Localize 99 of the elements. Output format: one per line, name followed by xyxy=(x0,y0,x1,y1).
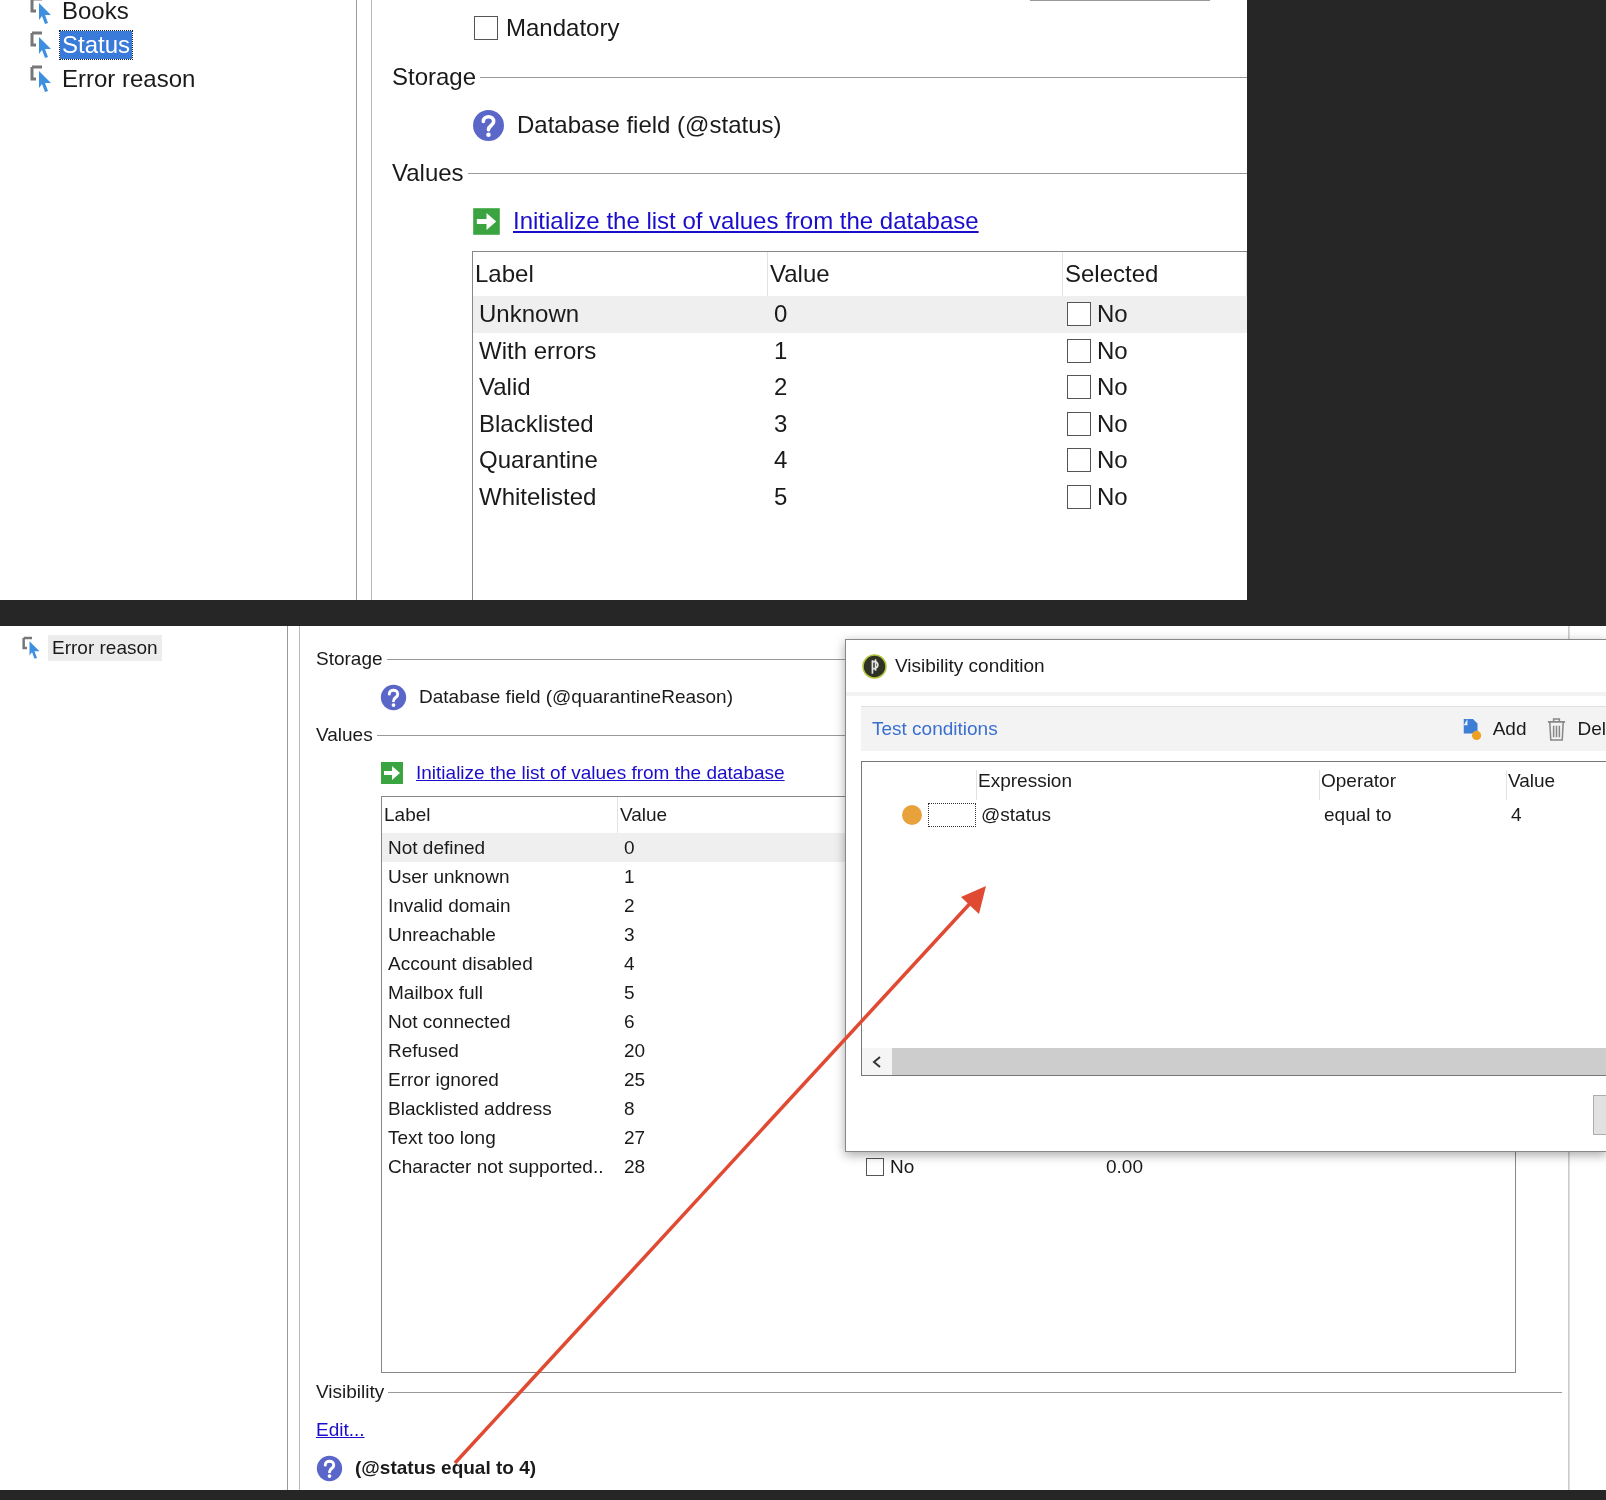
table-cell-text: 3 xyxy=(623,923,636,946)
checkbox[interactable] xyxy=(1067,302,1091,327)
table-cell-text: 3 xyxy=(773,409,789,438)
table-cell-text: Whitelisted xyxy=(478,482,598,511)
table-row[interactable]: Whitelisted 5 No xyxy=(473,478,1247,515)
checkbox-label: No xyxy=(1097,300,1128,329)
section-heading: Values xyxy=(392,159,464,187)
checkbox[interactable] xyxy=(1067,484,1091,509)
table-cell-text: Character not supported.. xyxy=(387,1155,605,1178)
section-heading: Storage xyxy=(392,63,477,91)
tree-item[interactable]: Error reason xyxy=(60,65,198,93)
section-heading: Storage xyxy=(316,648,383,670)
table-cell-text: 1 xyxy=(773,336,789,365)
table-cell-text: 2 xyxy=(623,894,636,917)
table-cell-text: Not defined xyxy=(387,836,487,859)
checkbox-label: Mandatory xyxy=(506,14,620,42)
table-row[interactable]: Blacklisted 3 No xyxy=(473,405,1247,442)
column-header[interactable]: Value xyxy=(1506,770,1606,800)
tree-item[interactable]: Status xyxy=(60,31,133,59)
storage-text: Database field (@status) xyxy=(517,111,782,139)
initialize-link[interactable]: Initialize the list of values from the database xyxy=(416,762,785,784)
help-icon xyxy=(472,108,505,142)
checkbox-label: No xyxy=(1097,336,1128,365)
table-cell-text: 27 xyxy=(623,1126,647,1149)
checkbox-label: No xyxy=(890,1155,915,1178)
checkbox-label: No xyxy=(1097,409,1128,438)
table-cell-text: 28 xyxy=(623,1155,647,1178)
table-cell-text: Text too long xyxy=(387,1126,497,1149)
arrow-right-icon xyxy=(472,206,501,236)
delete-button[interactable]: Del xyxy=(1546,716,1606,742)
checkbox[interactable] xyxy=(474,16,498,40)
column-header[interactable]: Expression xyxy=(976,770,1319,800)
table-cell-text: 4 xyxy=(623,952,636,975)
table-cell-text: 5 xyxy=(623,981,636,1004)
table-cell-text: 8 xyxy=(623,1097,636,1120)
table-cell-text: User unknown xyxy=(387,865,511,888)
section-heading: Values xyxy=(316,724,373,746)
table-cell-text: Not connected xyxy=(387,1010,512,1033)
table-cell-text: 4 xyxy=(773,446,789,475)
checkbox[interactable] xyxy=(1067,375,1091,400)
trash-icon xyxy=(1546,716,1568,742)
checkbox-label: No xyxy=(1097,446,1128,475)
tree-node-icon xyxy=(22,636,42,660)
dialog-title: Visibility condition xyxy=(895,655,1045,677)
table-cell-text: @status xyxy=(980,804,1052,826)
table-cell-text: 1 xyxy=(623,865,636,888)
add-button[interactable]: Add xyxy=(1460,717,1527,741)
tree-node-icon xyxy=(30,31,54,59)
table-cell-text: 25 xyxy=(623,1068,647,1091)
checkbox[interactable] xyxy=(1067,338,1091,363)
help-icon xyxy=(316,1454,343,1482)
row-selector[interactable] xyxy=(928,803,976,827)
table-cell-text: Mailbox full xyxy=(387,981,485,1004)
table-cell-text: Valid xyxy=(478,373,532,402)
checkbox-label: No xyxy=(1097,482,1128,511)
table-cell-text: Quarantine xyxy=(478,446,599,475)
app-icon xyxy=(862,653,887,679)
table-cell-text: Blacklisted xyxy=(478,409,595,438)
storage-text: Database field (@quarantineReason) xyxy=(419,686,733,708)
tree-item[interactable]: Error reason xyxy=(48,635,162,661)
section-heading: Visibility xyxy=(316,1381,385,1403)
tree-node-icon xyxy=(30,65,54,93)
checkbox[interactable] xyxy=(1067,411,1091,436)
initialize-link[interactable]: Initialize the list of values from the database xyxy=(513,207,979,235)
arrow-right-icon xyxy=(380,761,404,785)
table-cell-text: 6 xyxy=(623,1010,636,1033)
tree-node-icon xyxy=(30,0,54,25)
checkbox[interactable] xyxy=(1067,448,1091,473)
toolbar-title: Test conditions xyxy=(872,718,999,740)
table-row[interactable]: With errors 1 No xyxy=(473,332,1247,369)
help-icon xyxy=(380,683,407,711)
table-cell-text: 4 xyxy=(1510,804,1523,826)
table-cell-text: With errors xyxy=(478,336,598,365)
table-cell-text: Invalid domain xyxy=(387,894,512,917)
tree-item[interactable]: Books xyxy=(60,0,131,25)
table-row[interactable]: Valid 2 No xyxy=(473,369,1247,406)
table-cell-text: Error ignored xyxy=(387,1068,500,1091)
table-cell-text: Unknown xyxy=(478,300,581,329)
column-header[interactable]: Operator xyxy=(1319,770,1506,800)
table-row[interactable]: Quarantine 4 No xyxy=(473,442,1247,479)
checkbox-label: No xyxy=(1097,373,1128,402)
table-cell-text: 5 xyxy=(773,482,789,511)
table-cell-text: 0 xyxy=(773,300,789,329)
table-cell-text: equal to xyxy=(1323,804,1393,826)
edit-link[interactable]: Edit... xyxy=(316,1419,365,1441)
table-cell-text: 2 xyxy=(773,373,789,402)
table-cell-text: 20 xyxy=(623,1039,647,1062)
table-row[interactable]: Character not supported.. 28 No 0.00 xyxy=(382,1152,1515,1181)
table-cell-text: Refused xyxy=(387,1039,460,1062)
table-cell-text: 0 xyxy=(623,836,636,859)
condition-text: (@status equal to 4) xyxy=(355,1457,537,1479)
checkbox[interactable] xyxy=(866,1157,884,1176)
table-cell-text: Unreachable xyxy=(387,923,497,946)
table-cell-text: 0.00 xyxy=(1105,1155,1144,1178)
scroll-left-icon[interactable] xyxy=(872,1056,882,1068)
table-cell-text: Account disabled xyxy=(387,952,534,975)
horizontal-scrollbar[interactable] xyxy=(862,1048,1606,1075)
table-cell-text: Blacklisted address xyxy=(387,1097,553,1120)
table-row[interactable]: Unknown 0 No xyxy=(473,296,1247,333)
